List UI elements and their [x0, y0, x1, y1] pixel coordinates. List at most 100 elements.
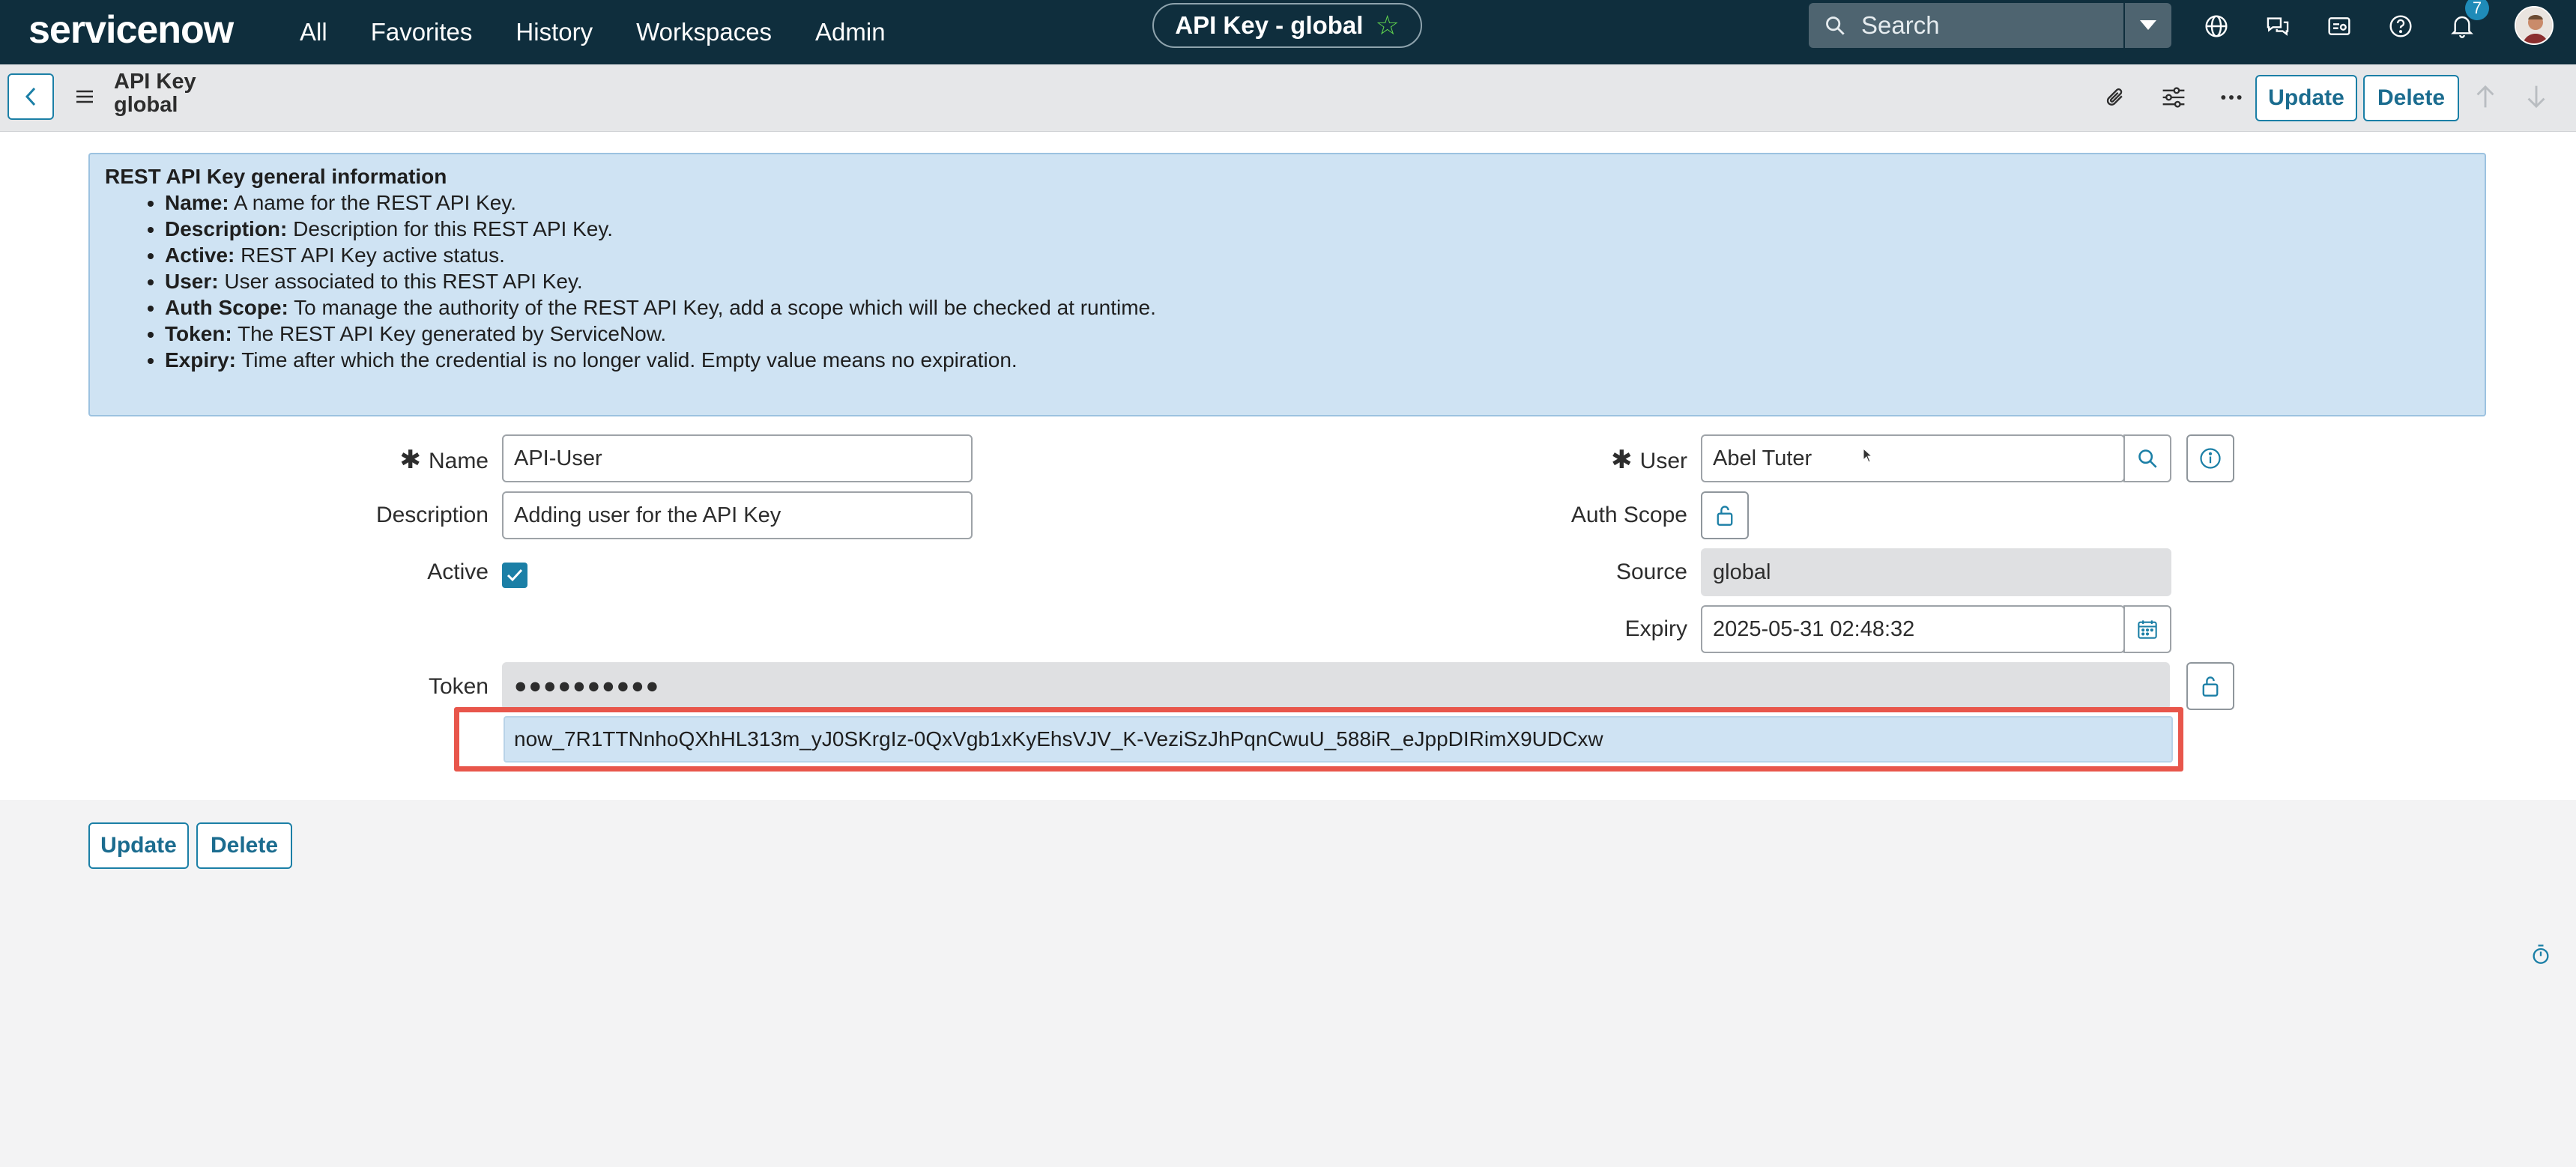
bell-icon[interactable]: 7 — [2449, 0, 2489, 40]
unlock-icon — [1717, 506, 1733, 526]
header-update-button[interactable]: Update — [2255, 75, 2357, 121]
user-info-button[interactable] — [2186, 434, 2234, 482]
description-input[interactable]: Adding user for the API Key — [502, 491, 973, 539]
paperclip-icon[interactable] — [2104, 85, 2128, 115]
record-navigation — [2474, 84, 2548, 113]
required-asterisk-icon: ✱ — [399, 446, 421, 474]
global-search[interactable]: Search — [1809, 3, 2171, 48]
info-item-expiry: Expiry: Time after which the credential … — [165, 347, 2470, 373]
info-list: Name: A name for the REST API Key. Descr… — [165, 190, 2470, 373]
context-menu-icon[interactable] — [75, 88, 94, 109]
more-options-icon[interactable] — [2219, 85, 2243, 115]
logo-text: servicenow — [28, 8, 234, 52]
description-label: Description — [375, 503, 489, 527]
info-annotation: REST API Key general information Name: A… — [88, 153, 2486, 416]
calendar-icon — [2138, 620, 2157, 639]
personalize-form-icon[interactable] — [2161, 85, 2186, 115]
top-navigation-bar: servicenow All Favorites History Workspa… — [0, 0, 2576, 64]
name-label-group: ✱ Name — [375, 445, 489, 475]
menu-all[interactable]: All — [300, 18, 327, 46]
user-input[interactable]: Abel Tuter — [1701, 434, 2125, 482]
expiry-label: Expiry — [1624, 616, 1687, 641]
main-menu: All Favorites History Workspaces Admin — [300, 0, 886, 64]
search-icon — [2138, 449, 2157, 468]
token-value-field[interactable]: now_7R1TTNnhoQXhHL313m_yJ0SKrgIz-0QxVgb1… — [504, 716, 2173, 763]
info-item-active: Active: REST API Key active status. — [165, 242, 2470, 268]
token-masked-field: ●●●●●●●●●● — [502, 662, 2170, 710]
menu-history[interactable]: History — [515, 18, 593, 46]
source-field: global — [1701, 548, 2171, 596]
active-label: Active — [427, 560, 489, 584]
servicenow-logo[interactable]: servicenow — [28, 7, 234, 52]
chat-icon[interactable] — [2264, 13, 2291, 40]
header-icon-group: 7 — [2203, 0, 2489, 52]
token-unlock-button[interactable] — [2186, 662, 2234, 710]
header-delete-button[interactable]: Delete — [2363, 75, 2459, 121]
info-icon — [2200, 448, 2221, 469]
info-desc: REST API Key active status. — [235, 243, 505, 267]
menu-admin[interactable]: Admin — [815, 18, 886, 46]
user-lookup-button[interactable] — [2123, 434, 2171, 482]
context-title-pill[interactable]: API Key - global ☆ — [1152, 3, 1422, 48]
globe-icon[interactable] — [2203, 13, 2230, 40]
help-icon[interactable] — [2387, 13, 2414, 40]
source-label: Source — [1615, 560, 1687, 584]
expiry-input[interactable]: 2025-05-31 02:48:32 — [1701, 605, 2125, 653]
info-desc: To manage the authority of the REST API … — [288, 296, 1156, 319]
auth-scope-unlock-button[interactable] — [1701, 491, 1749, 539]
mouse-cursor-icon — [1863, 447, 1873, 467]
info-item-description: Description: Description for this REST A… — [165, 216, 2470, 242]
info-desc: Time after which the credential is no lo… — [235, 348, 1018, 372]
chevron-left-icon — [25, 87, 36, 106]
info-term: Active: — [165, 243, 235, 267]
footer-delete-button[interactable]: Delete — [196, 822, 292, 869]
context-title: API Key - global — [1175, 11, 1364, 39]
menu-workspaces[interactable]: Workspaces — [636, 18, 772, 46]
unlock-icon — [2202, 676, 2219, 697]
caret-down-icon — [2140, 20, 2156, 30]
info-term: Expiry: — [165, 348, 236, 372]
info-item-user: User: User associated to this REST API K… — [165, 268, 2470, 294]
info-desc: A name for the REST API Key. — [229, 191, 516, 214]
info-item-token: Token: The REST API Key generated by Ser… — [165, 321, 2470, 347]
footer-update-button[interactable]: Update — [88, 822, 189, 869]
user-avatar[interactable] — [2515, 6, 2554, 45]
info-heading: REST API Key general information — [105, 165, 447, 188]
record-scope-name: global — [114, 93, 178, 117]
checkmark-icon — [507, 569, 523, 582]
arrow-up-icon[interactable] — [2474, 84, 2497, 113]
name-label: Name — [428, 449, 489, 473]
required-asterisk-icon: ✱ — [1611, 446, 1633, 474]
info-term: Token: — [165, 322, 232, 345]
record-title: API Key global — [114, 70, 196, 117]
info-term: Description: — [165, 217, 288, 240]
back-button[interactable] — [7, 73, 54, 120]
search-input[interactable]: Search — [1861, 11, 2123, 40]
notification-badge: 7 — [2465, 0, 2489, 20]
arrow-down-icon[interactable] — [2525, 84, 2548, 113]
record-table-name: API Key — [114, 70, 196, 94]
info-term: Auth Scope: — [165, 296, 288, 319]
info-item-auth-scope: Auth Scope: To manage the authority of t… — [165, 294, 2470, 321]
token-label: Token — [428, 674, 489, 699]
user-label-group: ✱ User — [1558, 445, 1687, 475]
name-input[interactable]: API-User — [502, 434, 973, 482]
expiry-date-picker-button[interactable] — [2123, 605, 2171, 653]
response-time-icon[interactable] — [2531, 944, 2551, 969]
form-footer — [0, 800, 2576, 1167]
auth-scope-label: Auth Scope — [1570, 503, 1687, 527]
user-label: User — [1639, 449, 1687, 473]
header-action-icons — [2104, 85, 2243, 115]
info-desc: Description for this REST API Key. — [287, 217, 614, 240]
info-item-name: Name: A name for the REST API Key. — [165, 190, 2470, 216]
form-header: API Key global Update Delete — [0, 64, 2576, 132]
info-term: Name: — [165, 191, 229, 214]
search-scope-dropdown[interactable] — [2123, 3, 2171, 48]
info-desc: User associated to this REST API Key. — [218, 270, 583, 293]
scratchpad-icon[interactable] — [2326, 13, 2353, 40]
active-checkbox[interactable] — [502, 563, 527, 588]
star-icon[interactable]: ☆ — [1375, 10, 1399, 41]
menu-favorites[interactable]: Favorites — [371, 18, 473, 46]
info-desc: The REST API Key generated by ServiceNow… — [232, 322, 667, 345]
info-term: User: — [165, 270, 219, 293]
